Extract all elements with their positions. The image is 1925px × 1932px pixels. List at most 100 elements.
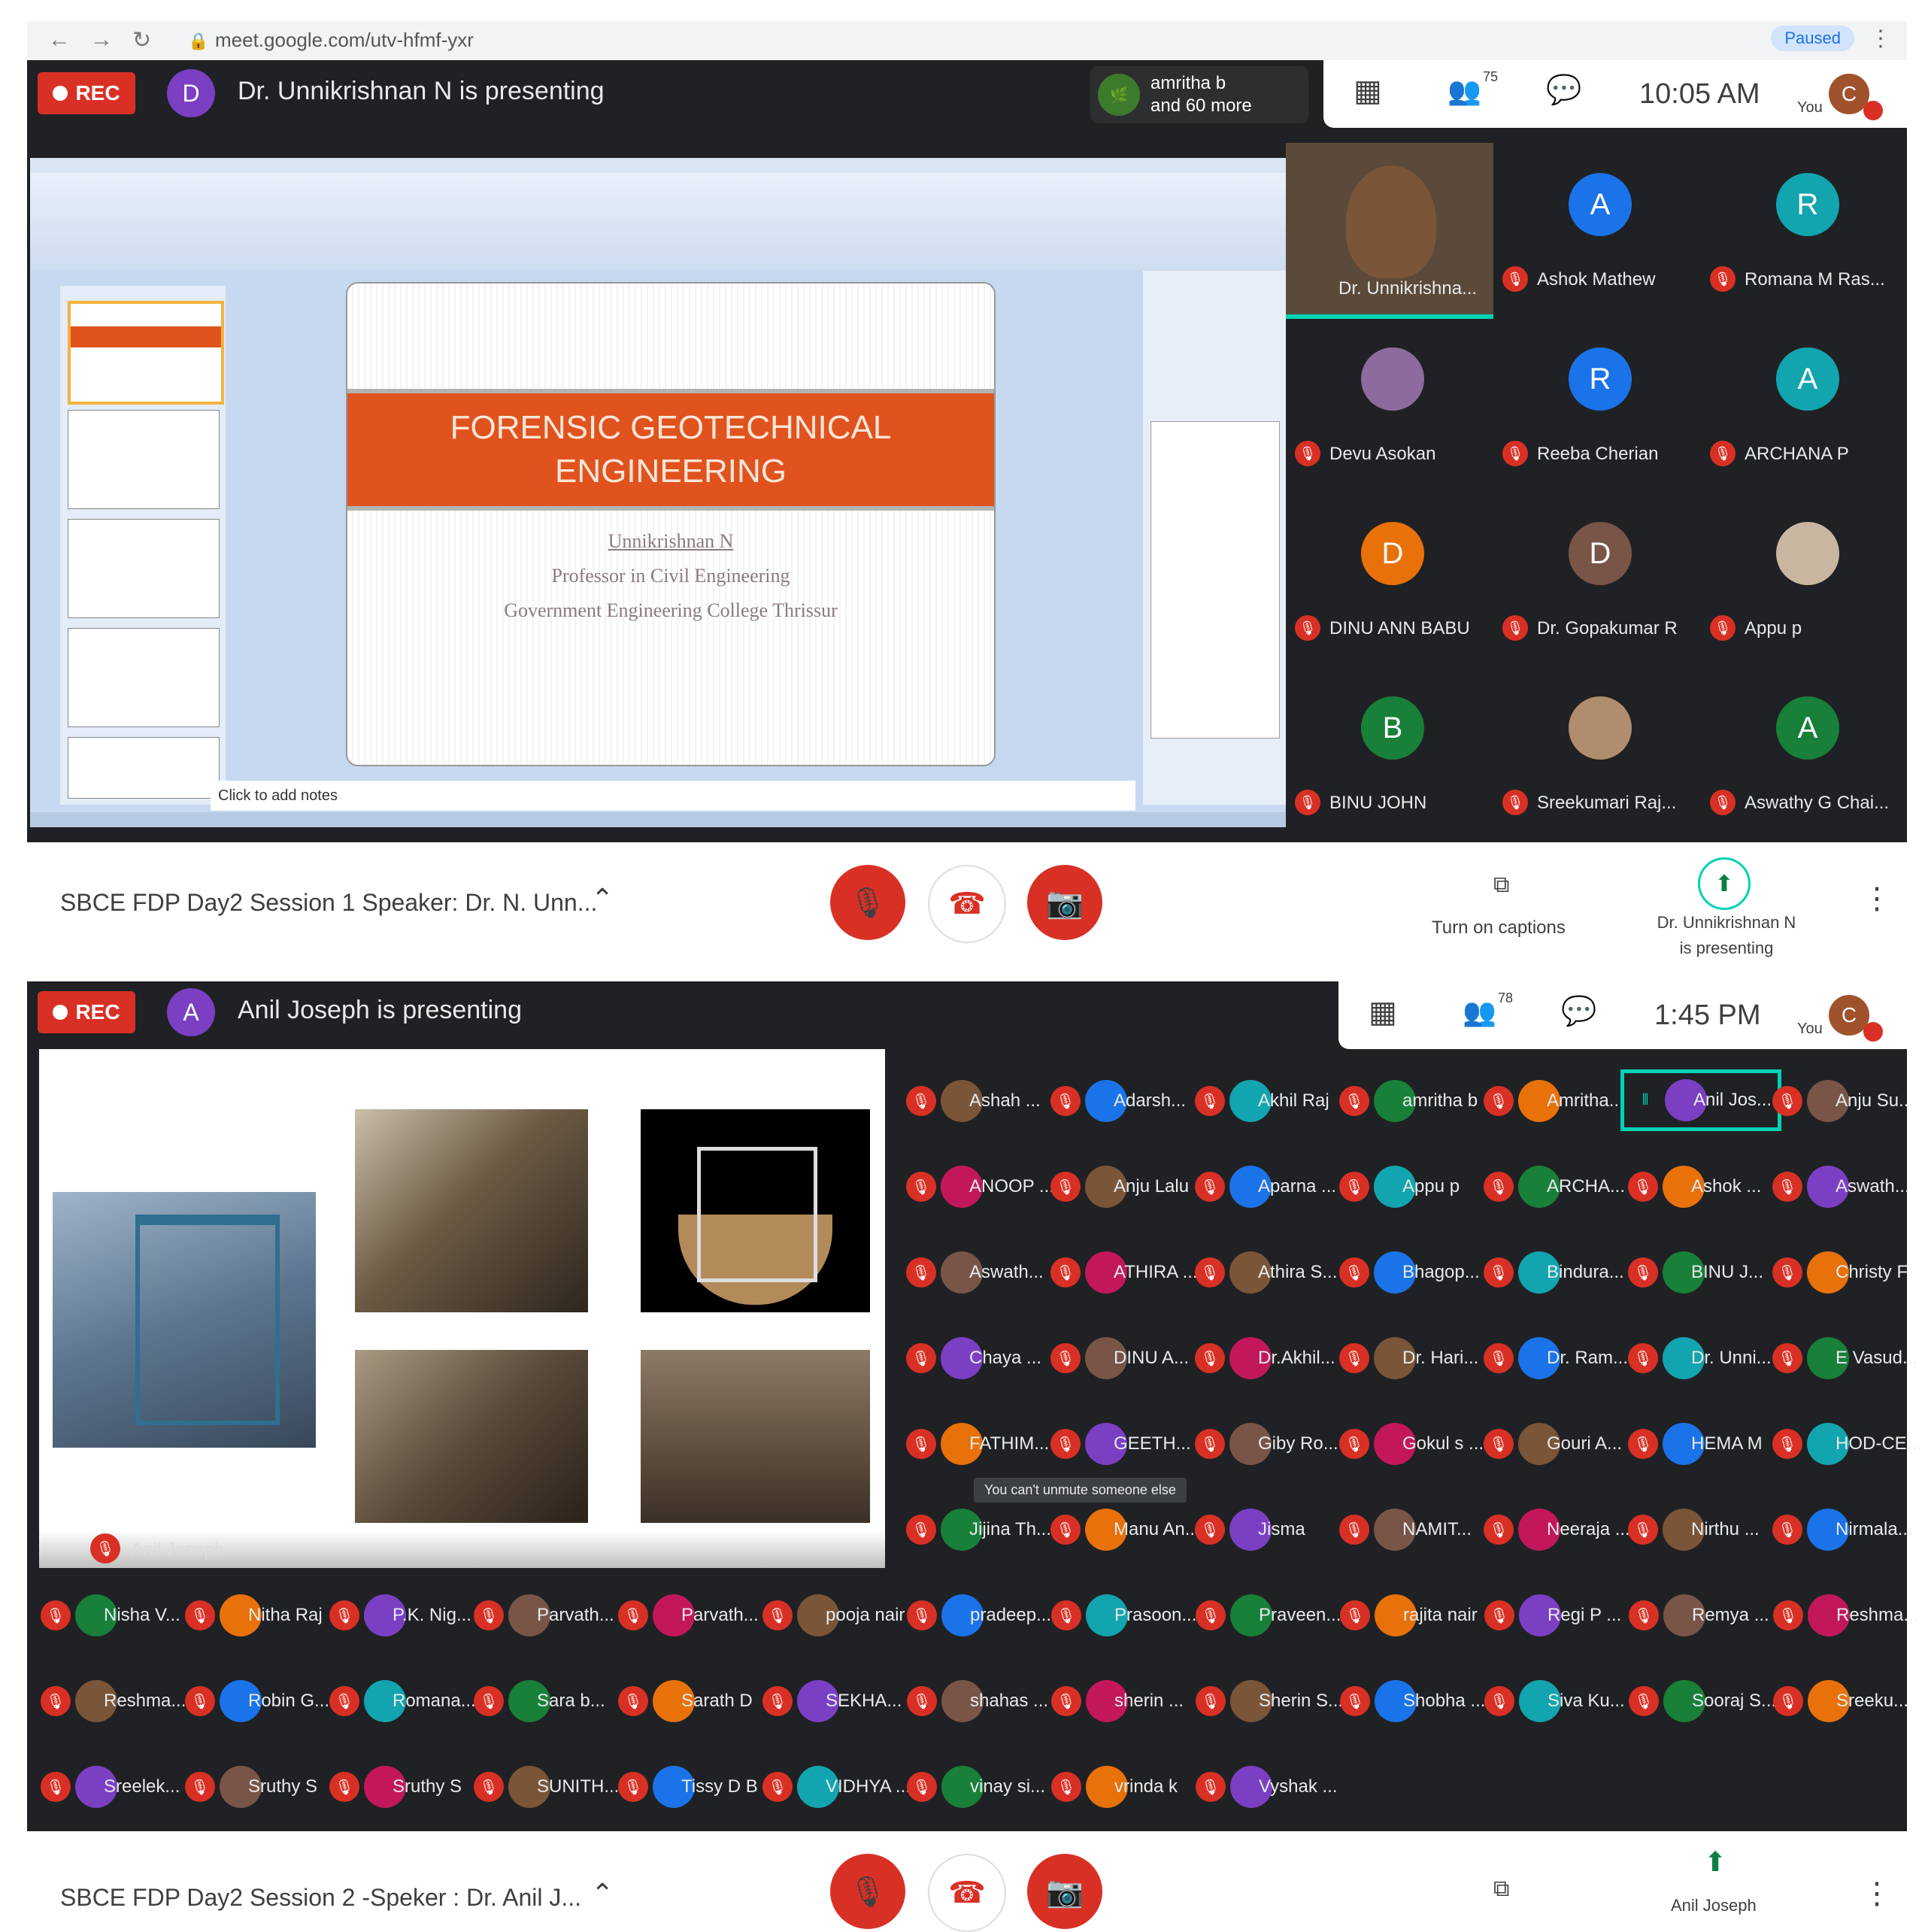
participant-tile[interactable]: 🎙 Jijina Th... (906, 1509, 1051, 1551)
participant-tile[interactable]: R 🎙 Romana M Ras... (1701, 143, 1908, 314)
participant-tile[interactable]: 🎙 Appu p (1701, 492, 1908, 663)
participant-tile[interactable]: 🎙 Sruthy S (329, 1766, 462, 1808)
participant-tile[interactable]: 🎙 Ashah ... (906, 1080, 1041, 1122)
participant-tile[interactable]: 🎙 Aparna ... (1195, 1166, 1336, 1208)
more-options-icon-2[interactable]: ⋮ (1862, 1876, 1892, 1911)
mic-toggle-button[interactable]: 🎙 (830, 865, 905, 940)
participant-tile[interactable]: 🎙 ATHIRA ... (1050, 1251, 1198, 1294)
participant-tile[interactable]: ⦀ Anil Jos... (1620, 1069, 1782, 1131)
participant-tile[interactable]: 🎙 Prasoon... (1051, 1594, 1196, 1636)
participant-tile[interactable]: 🎙 BINU J... (1628, 1251, 1763, 1294)
participant-tile[interactable]: 🎙 P.K. Nig... (329, 1594, 471, 1636)
participant-tile[interactable]: 🎙 Neeraja ... (1484, 1509, 1630, 1551)
participant-tile[interactable]: 🎙 vinay si... (907, 1766, 1045, 1808)
chat-icon-2[interactable]: 💬 (1561, 995, 1596, 1028)
participant-tile[interactable]: 🎙 Parvath... (618, 1594, 759, 1636)
speaker-video-tile[interactable]: Dr. Unnikrishna... (1286, 143, 1493, 319)
participant-tile[interactable]: 🎙 Sruthy S (185, 1766, 317, 1808)
layout-icon[interactable]: ▦ (1354, 74, 1382, 108)
participant-tile[interactable]: 🎙 Nitha Raj (185, 1594, 323, 1636)
camera-toggle-button-2[interactable]: 📷 (1027, 1854, 1102, 1929)
participant-tile[interactable]: 🎙 Reshma... (1773, 1594, 1918, 1636)
chat-icon[interactable]: 💬 (1546, 74, 1581, 107)
address-bar[interactable]: meet.google.com/utv-hfmf-yxr (215, 29, 474, 52)
participant-tile[interactable]: D 🎙 DINU ANN BABU (1286, 492, 1493, 663)
participants-icon-2[interactable]: 👥 (1463, 996, 1496, 1028)
participant-tile[interactable]: 🎙 amritha b (1339, 1080, 1478, 1122)
participant-tile[interactable]: 🎙 Anju Lalu (1050, 1166, 1189, 1208)
participant-tile[interactable]: 🎙 Siva Ku... (1484, 1680, 1625, 1722)
participant-tile[interactable]: 🎙 Dr. Hari... (1339, 1337, 1478, 1379)
participant-tile[interactable]: 🎙 Sherin S... (1196, 1680, 1343, 1722)
participant-tile[interactable]: 🎙 VIDHYA ... (762, 1766, 911, 1808)
participant-tile[interactable]: 🎙 Sara b... (474, 1680, 605, 1722)
participant-tile[interactable]: 🎙 NAMIT... (1339, 1509, 1472, 1551)
participant-tile[interactable]: 🎙 Jisma (1195, 1509, 1305, 1551)
slide-thumb-5[interactable] (68, 737, 220, 799)
present-screen-icon[interactable]: ⬆ (1698, 857, 1751, 910)
participant-tile[interactable]: 🎙 Akhil Raj (1195, 1080, 1329, 1122)
participant-tile[interactable]: 🎙 HOD-CE... (1772, 1423, 1922, 1465)
participant-tile[interactable]: 🎙 Parvath... (474, 1594, 614, 1636)
participant-tile[interactable]: 🎙 Sreeku... (1773, 1680, 1908, 1722)
captions-label[interactable]: Turn on captions (1432, 917, 1566, 939)
participant-tile[interactable]: 🎙 Chaya ... (906, 1337, 1041, 1379)
participant-tile[interactable]: 🎙 Vyshak ... (1196, 1766, 1337, 1808)
participant-tile[interactable]: 🎙 Bhagop... (1339, 1251, 1480, 1294)
participant-tile[interactable]: 🎙 Robin G... (185, 1680, 329, 1722)
participant-tile[interactable]: 🎙 pradeep... (907, 1594, 1051, 1636)
participant-tile[interactable]: 🎙 shahas ... (907, 1680, 1048, 1722)
participant-tile[interactable]: 🎙 Sreelek... (41, 1766, 180, 1808)
slide-thumb-2[interactable] (68, 410, 220, 509)
participant-tile[interactable]: 🎙 Tissy D B (618, 1766, 758, 1808)
participant-tile[interactable]: 🎙 Sooraj S... (1629, 1680, 1776, 1722)
participant-tile[interactable]: 🎙 Sreekumari Raj... (1493, 666, 1701, 838)
slide-thumb-1[interactable] (68, 301, 224, 405)
participant-tile[interactable]: 🎙 Nirmala... (1772, 1509, 1913, 1551)
participant-tile[interactable]: A 🎙 ARCHANA P (1701, 317, 1908, 489)
forward-icon[interactable]: → (90, 27, 113, 53)
participant-tile[interactable]: 🎙 Dr.Akhil... (1195, 1337, 1335, 1379)
participant-tile[interactable]: 🎙 Aswath... (906, 1251, 1044, 1294)
participant-tile[interactable]: A 🎙 Aswathy G Chai... (1701, 666, 1908, 838)
participant-tile[interactable]: 🎙 HEMA M (1628, 1423, 1763, 1465)
mic-toggle-button-2[interactable]: 🎙 (830, 1854, 905, 1929)
participant-tile[interactable]: 🎙 Dr. Ram... (1484, 1337, 1628, 1379)
participant-tile[interactable]: 🎙 SUNITH... (474, 1766, 619, 1808)
participant-tile[interactable]: 🎙 Shobha ... (1340, 1680, 1485, 1722)
participant-tile[interactable]: 🎙 FATHIM... (906, 1423, 1049, 1465)
participant-tile[interactable]: 🎙 pooja nair (762, 1594, 905, 1636)
more-options-icon[interactable]: ⋮ (1862, 881, 1892, 916)
participant-tile[interactable]: 🎙 Gouri A... (1484, 1423, 1622, 1465)
participant-tile[interactable]: 🎙 Dr. Unni... (1628, 1337, 1772, 1379)
profile-badge[interactable]: Paused (1771, 26, 1854, 51)
meeting-details-chevron-icon-2[interactable]: ⌃ (591, 1878, 614, 1909)
participant-tile[interactable]: R 🎙 Reeba Cherian (1493, 317, 1701, 489)
participant-tile[interactable]: 🎙 Amritha... (1484, 1080, 1624, 1122)
participant-tile[interactable]: 🎙 Remya ... (1629, 1594, 1769, 1636)
leave-call-button[interactable]: ☎ (928, 865, 1006, 943)
participant-tile[interactable]: 🎙 Praveen... (1196, 1594, 1341, 1636)
participant-tile[interactable]: 🎙 sherin ... (1051, 1680, 1184, 1722)
participant-tile[interactable]: 🎙 Romana... (329, 1680, 476, 1722)
leave-call-button-2[interactable]: ☎ (928, 1854, 1006, 1932)
participant-tile[interactable]: 🎙 vrinda k (1051, 1766, 1178, 1808)
participant-tile[interactable]: 🎙 Bindura... (1484, 1251, 1624, 1294)
participant-tile[interactable]: 🎙 Gokul s ... (1339, 1423, 1484, 1465)
participant-tile[interactable]: 🎙 ANOOP ... (906, 1166, 1054, 1208)
participant-tile[interactable]: 🎙 Athira S... (1195, 1251, 1337, 1294)
participant-tile[interactable]: 🎙 Appu p (1339, 1166, 1460, 1208)
participant-tile[interactable]: 🎙 Regi P ... (1484, 1594, 1621, 1636)
participant-tile[interactable]: 🎙 Sarath D (618, 1680, 753, 1722)
participant-tile[interactable]: 🎙 E Vasud... (1772, 1337, 1917, 1379)
participant-tile[interactable]: 🎙 DINU A... (1050, 1337, 1189, 1379)
participant-tile[interactable]: 🎙 Giby Ro... (1195, 1423, 1338, 1465)
participant-tile[interactable]: 🎙 Nisha V... (41, 1594, 180, 1636)
captions-icon[interactable]: ⧉ (1493, 872, 1509, 898)
participant-tile[interactable]: 🎙 Ashok ... (1628, 1166, 1761, 1208)
notes-pane[interactable]: Click to add notes (211, 781, 1135, 811)
participant-tile[interactable]: 🎙 GEETH... (1050, 1423, 1191, 1465)
participant-tile[interactable]: B 🎙 BINU JOHN (1286, 666, 1493, 838)
participant-tile[interactable]: D 🎙 Dr. Gopakumar R (1493, 492, 1701, 663)
participant-tile[interactable]: 🎙 rajita nair (1340, 1594, 1478, 1636)
